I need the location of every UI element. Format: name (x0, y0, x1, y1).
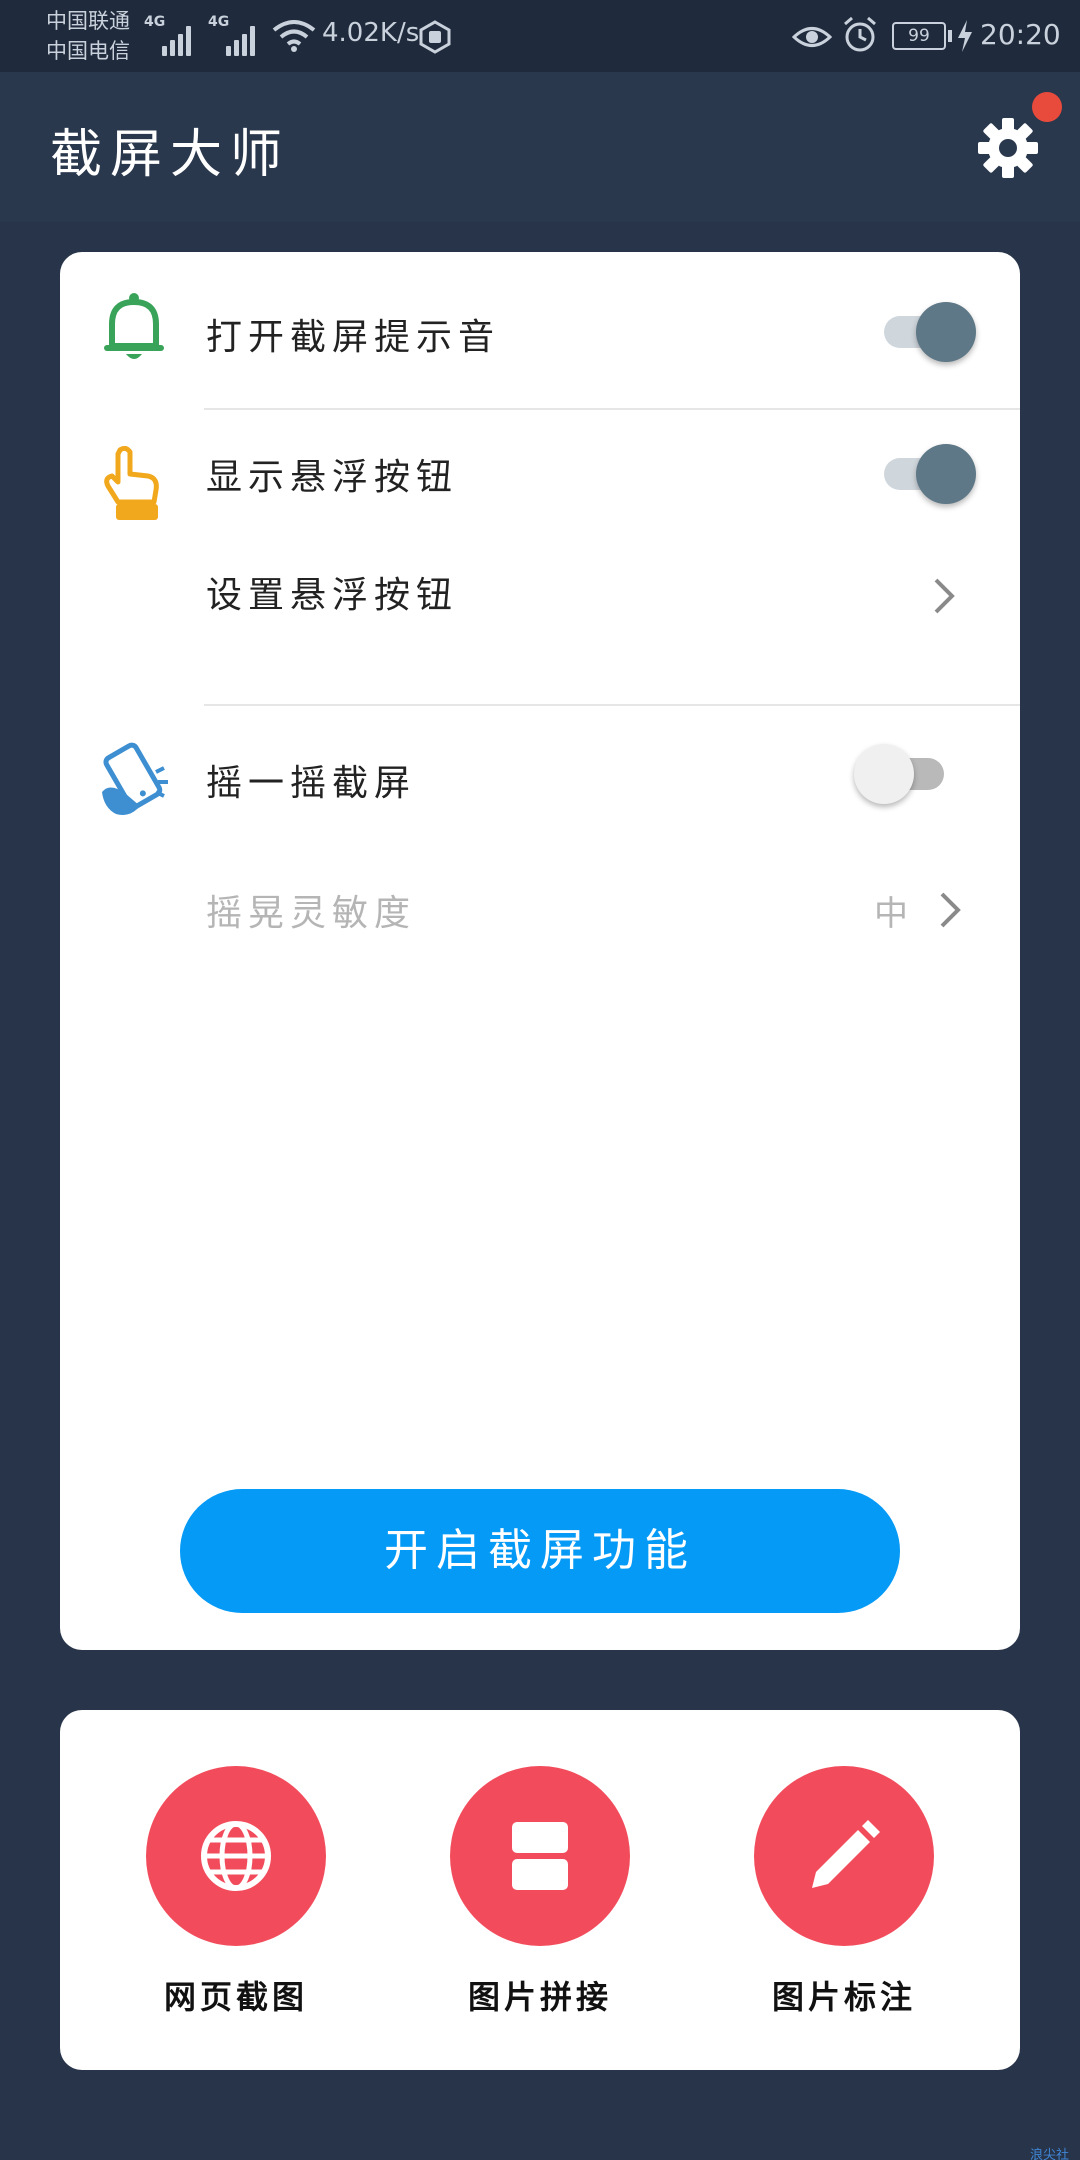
tool-web-screenshot[interactable]: 网页截图 (126, 1766, 346, 2026)
tool-image-annotate-button[interactable] (754, 1766, 934, 1946)
globe-icon (201, 1821, 271, 1891)
hexagon-app-icon (419, 20, 451, 54)
float-button-label: 显示悬浮按钮 (206, 457, 459, 498)
carrier-names: 中国联通 中国电信 (46, 6, 130, 66)
bell-icon (104, 293, 164, 359)
tools-card: 网页截图 图片拼接 图片标注 (60, 1710, 1020, 2070)
pencil-icon (812, 1820, 880, 1888)
shake-sensitivity-label: 摇晃灵敏度 (206, 893, 417, 934)
status-time: 20:20 (980, 18, 1061, 51)
shake-phone-icon (102, 742, 168, 815)
carrier-2: 中国电信 (46, 39, 130, 63)
app-title: 截屏大师 (50, 125, 291, 185)
shake-toggle[interactable] (854, 742, 950, 804)
sound-label: 打开截屏提示音 (206, 317, 501, 358)
tool-web-screenshot-label: 网页截图 (163, 1978, 308, 2016)
tool-image-stitch[interactable]: 图片拼接 (430, 1766, 650, 2026)
float-settings-label: 设置悬浮按钮 (206, 575, 459, 616)
shake-label: 摇一摇截屏 (206, 763, 417, 804)
wifi-icon (272, 20, 316, 52)
tool-web-screenshot-button[interactable] (146, 1766, 326, 1946)
battery-tip (948, 30, 952, 42)
stitch-icon (512, 1822, 568, 1890)
float-settings-row[interactable]: 设置悬浮按钮 (60, 536, 1020, 658)
shake-toggle-row[interactable]: 摇一摇截屏 (60, 706, 1020, 842)
sound-toggle-row[interactable]: 打开截屏提示音 (60, 252, 1020, 408)
float-button-toggle[interactable] (878, 442, 976, 504)
app-bar: 截屏大师 (0, 72, 1080, 222)
tool-image-annotate-label: 图片标注 (771, 1978, 916, 2016)
status-bar: 中国联通 中国电信 4G 4G 4.02K/s 99 20:20 (0, 0, 1080, 72)
watermark: 浪尖社区 (1030, 2148, 1070, 2160)
start-screenshot-button[interactable]: 开启截屏功能 (180, 1489, 900, 1613)
eye-comfort-icon (792, 27, 832, 47)
battery-level: 99 (892, 22, 946, 50)
tool-image-stitch-button[interactable] (450, 1766, 630, 1946)
float-button-toggle-row[interactable]: 显示悬浮按钮 (60, 410, 1020, 536)
network-speed: 4.02K/s (322, 18, 420, 48)
tool-image-stitch-label: 图片拼接 (467, 1978, 612, 2016)
carrier-1: 中国联通 (46, 9, 130, 33)
notification-dot (1032, 92, 1062, 122)
alarm-icon (844, 16, 876, 52)
sound-toggle[interactable] (878, 300, 976, 362)
pointing-hand-icon (104, 446, 159, 520)
settings-card: 打开截屏提示音 显示悬浮按钮 设置悬浮按钮 摇一摇截屏 摇晃灵敏度 中 开启截屏… (60, 252, 1020, 1650)
shake-sensitivity-row[interactable]: 摇晃灵敏度 中 (60, 842, 1020, 970)
chevron-right-icon (934, 578, 955, 614)
tool-image-annotate[interactable]: 图片标注 (734, 1766, 954, 2026)
gear-icon[interactable] (976, 116, 1040, 180)
chevron-right-icon (940, 892, 961, 928)
shake-sensitivity-value: 中 (874, 894, 908, 934)
charging-icon (958, 20, 972, 52)
